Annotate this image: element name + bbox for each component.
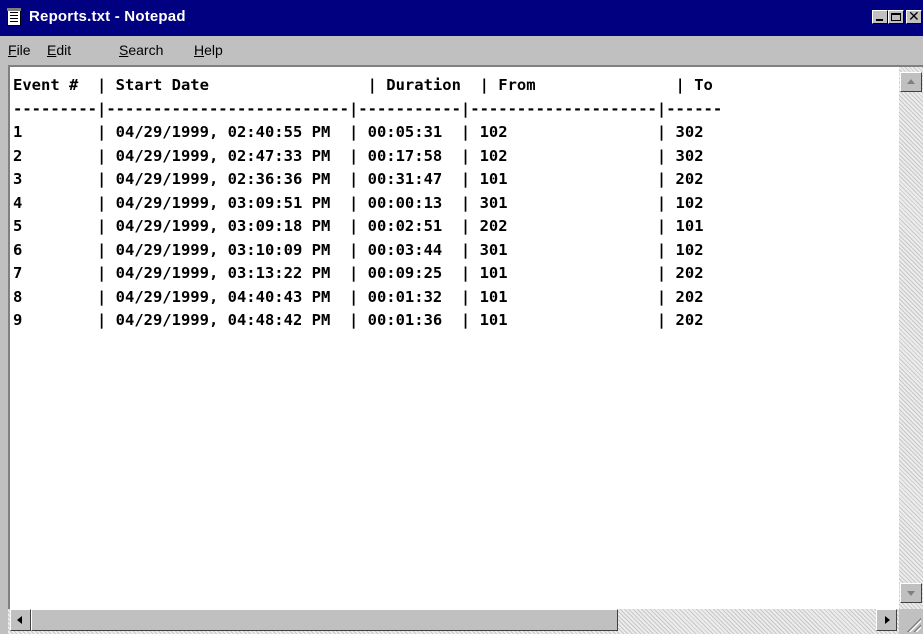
document-text[interactable]: Event # | Start Date | Duration | From |… xyxy=(13,74,722,333)
scroll-down-button[interactable] xyxy=(900,583,922,603)
window-title: Reports.txt - Notepad xyxy=(29,8,186,25)
minimize-icon xyxy=(876,19,883,21)
close-icon: ✕ xyxy=(908,9,920,25)
scroll-up-arrow-icon xyxy=(907,79,915,84)
minimize-button[interactable] xyxy=(872,10,888,24)
scroll-up-button[interactable] xyxy=(900,72,922,92)
menu-edit[interactable]: Edit xyxy=(47,42,71,58)
vertical-scrollbar[interactable] xyxy=(899,67,923,609)
scroll-right-arrow-icon xyxy=(885,616,890,624)
notepad-window: Reports.txt - Notepad ✕ File Edit Search… xyxy=(0,0,923,634)
close-button[interactable]: ✕ xyxy=(906,9,922,25)
scroll-left-button[interactable] xyxy=(10,609,31,631)
maximize-button[interactable] xyxy=(888,10,904,24)
menu-search[interactable]: Search xyxy=(119,42,163,58)
resize-grip-icon[interactable] xyxy=(899,609,923,634)
scroll-right-button[interactable] xyxy=(876,609,897,631)
menu-file[interactable]: File xyxy=(8,42,31,58)
scroll-down-arrow-icon xyxy=(907,591,915,596)
notepad-icon[interactable] xyxy=(7,8,21,26)
title-bar[interactable]: Reports.txt - Notepad ✕ xyxy=(0,0,923,36)
menu-help[interactable]: Help xyxy=(194,42,223,58)
maximize-icon xyxy=(891,13,901,21)
horizontal-scroll-thumb[interactable] xyxy=(31,609,618,631)
scroll-left-arrow-icon xyxy=(17,616,22,624)
text-editor[interactable]: Event # | Start Date | Duration | From |… xyxy=(8,65,923,609)
